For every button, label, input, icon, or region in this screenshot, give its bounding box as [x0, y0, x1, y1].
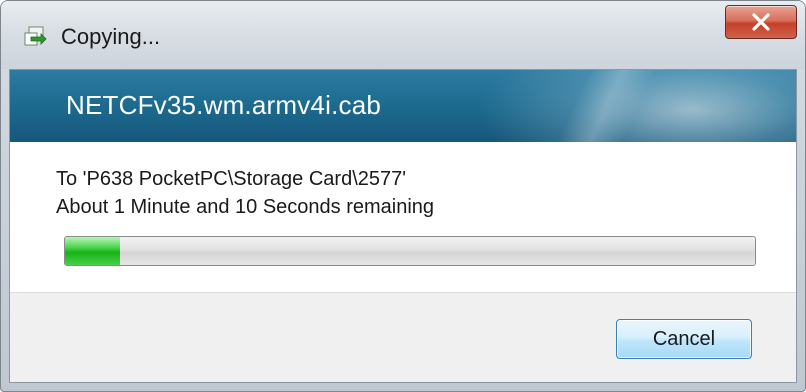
- progress-bar: [64, 236, 756, 266]
- title-bar[interactable]: Copying...: [1, 1, 805, 69]
- window-title: Copying...: [61, 24, 161, 49]
- close-icon: [752, 13, 770, 31]
- file-name: NETCFv35.wm.armv4i.cab: [66, 90, 382, 120]
- copy-files-icon: [23, 25, 49, 51]
- dialog-content: NETCFv35.wm.armv4i.cab To 'P638 PocketPC…: [9, 69, 797, 383]
- copy-dialog-window: Copying... NETCFv35.wm.armv4i.cab To 'P6…: [0, 0, 806, 392]
- time-remaining-text: About 1 Minute and 10 Seconds remaining: [56, 196, 435, 218]
- file-banner: NETCFv35.wm.armv4i.cab: [10, 70, 796, 142]
- progress-fill: [65, 237, 121, 265]
- status-area: To 'P638 PocketPC\Storage Card\2577' Abo…: [10, 142, 796, 292]
- cancel-button[interactable]: Cancel: [616, 319, 752, 359]
- close-button[interactable]: [725, 5, 797, 39]
- button-bar: Cancel: [10, 292, 796, 382]
- destination-text: To 'P638 PocketPC\Storage Card\2577': [56, 168, 407, 190]
